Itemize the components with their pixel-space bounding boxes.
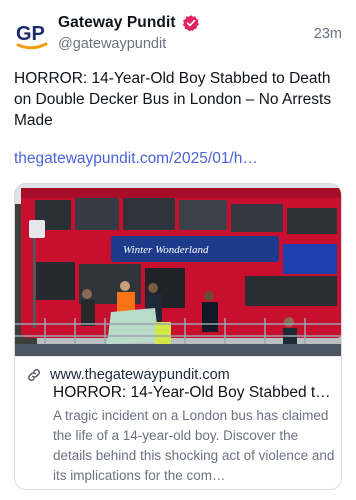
card-meta: www.thegatewaypundit.com HORROR: 14-Year… — [15, 356, 341, 489]
author-name-row: Gateway Pundit — [58, 14, 200, 32]
card-description: A tragic incident on a London bus has cl… — [53, 408, 335, 483]
domain-row: www.thegatewaypundit.com — [26, 367, 230, 383]
display-name[interactable]: Gateway Pundit — [58, 14, 176, 32]
avatar-text: GP — [16, 23, 45, 45]
card-domain: www.thegatewaypundit.com — [50, 367, 230, 383]
gp-logo-icon: GP — [16, 23, 48, 50]
avatar[interactable]: GP — [12, 14, 52, 54]
verified-badge-icon — [182, 14, 200, 32]
post[interactable]: GP Gateway Pundit @gatewaypundit 23m HOR… — [0, 0, 356, 500]
post-text: HORROR: 14-Year-Old Boy Stabbed to Death… — [14, 70, 332, 129]
timestamp[interactable]: 23m — [314, 26, 342, 42]
link-icon — [26, 367, 42, 383]
post-link[interactable]: thegatewaypundit.com/2025/01/h… — [14, 150, 344, 168]
link-preview-card[interactable]: Winter Wonderland www.thegatewaypundit.c… — [14, 183, 342, 490]
bus-banner-text: Winter Wonderland — [123, 244, 209, 256]
handle[interactable]: @gatewaypundit — [58, 36, 166, 52]
bus-photo[interactable]: Winter Wonderland — [15, 184, 341, 356]
card-title[interactable]: HORROR: 14-Year-Old Boy Stabbed t… — [53, 384, 335, 402]
